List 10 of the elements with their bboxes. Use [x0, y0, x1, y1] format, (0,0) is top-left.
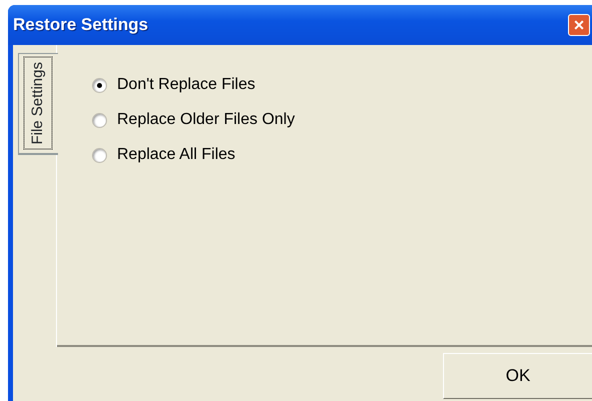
tab[interactable]: File Settings [18, 53, 58, 155]
radio-button[interactable] [92, 112, 107, 128]
ok-button[interactable]: OK [443, 353, 592, 399]
close-button[interactable]: × [568, 14, 590, 36]
option-label[interactable]: Don't Replace Files [117, 73, 256, 97]
option-label[interactable]: Replace Older Files Only [117, 108, 295, 132]
radio-button[interactable] [92, 78, 107, 92]
radio-button[interactable] [92, 148, 107, 162]
option-label[interactable]: Replace All Files [117, 143, 236, 167]
window-title: Restore Settings [13, 14, 148, 36]
